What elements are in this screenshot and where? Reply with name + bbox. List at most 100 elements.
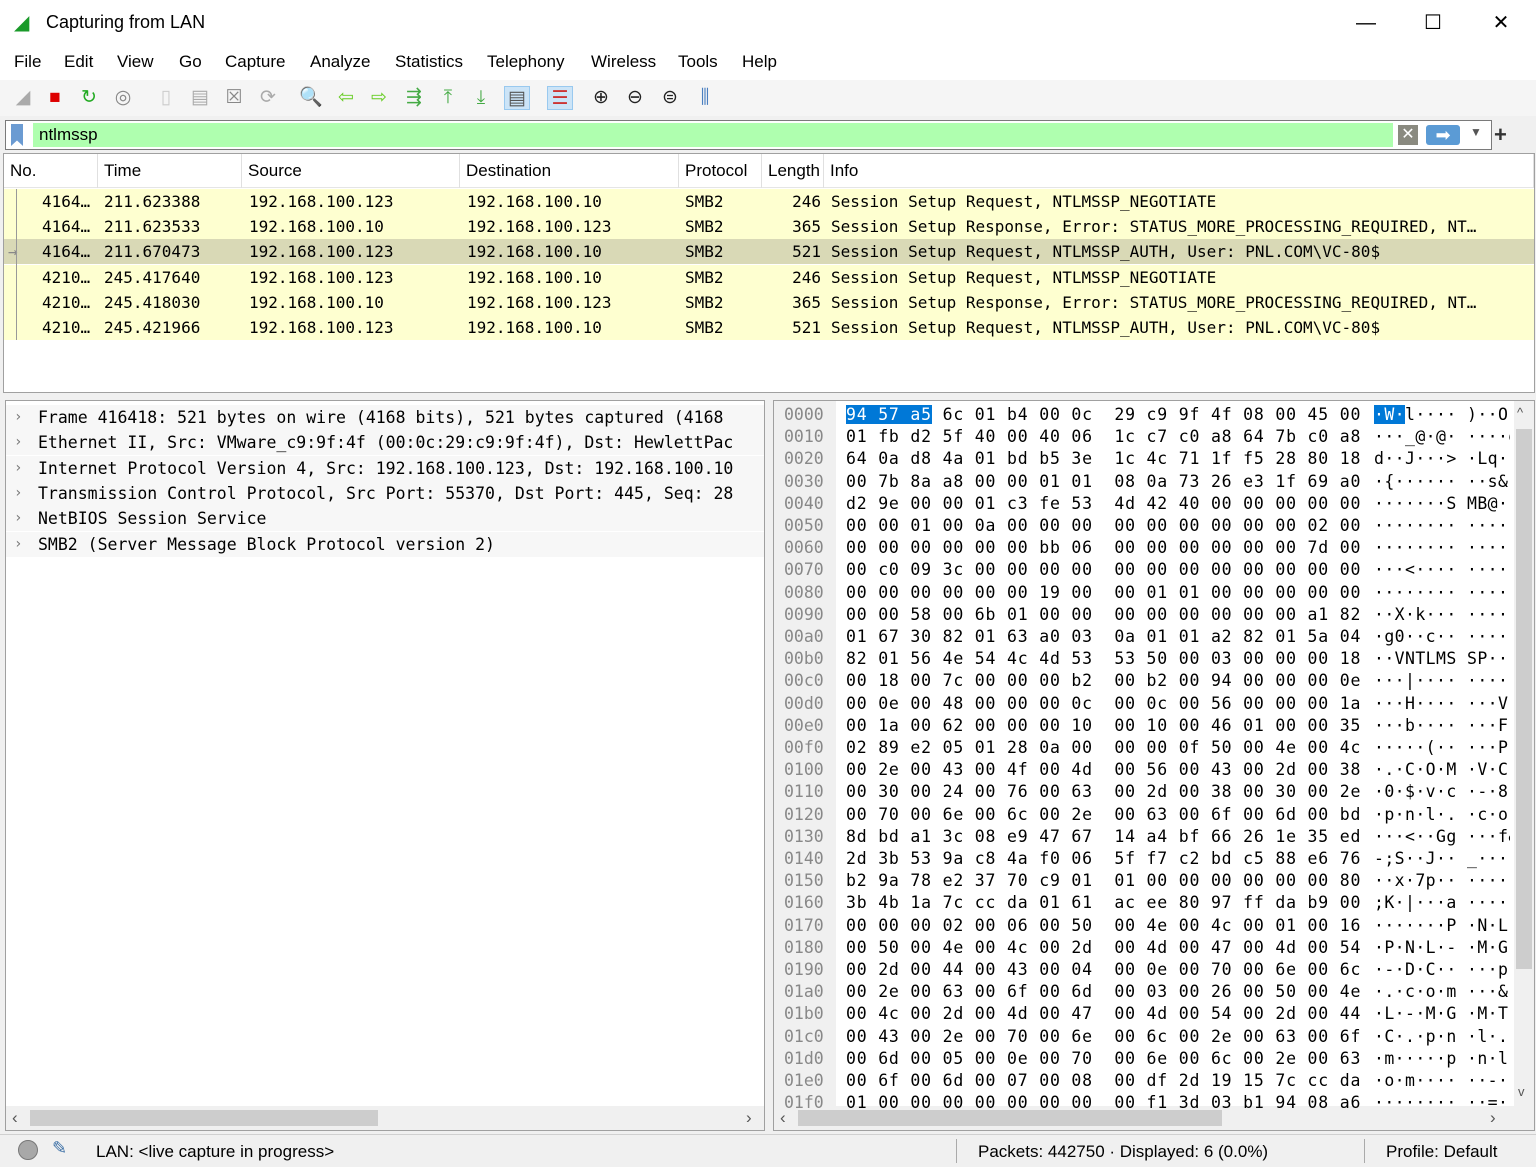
hex-row[interactable]: 0020 64 0a d8 4a 01 bd b5 3e 1c 4c 71 1f …: [774, 448, 1514, 470]
column-header-time[interactable]: Time: [98, 154, 242, 188]
ascii-bytes[interactable]: d··J···> ·Lq··(··: [1374, 448, 1510, 470]
hex-bytes[interactable]: 01 fb d2 5f 40 00 40 06 1c c7 c0 a8 64 7…: [846, 426, 1361, 448]
scrollbar-thumb[interactable]: [1516, 429, 1532, 969]
capture-comment-icon[interactable]: ✎: [52, 1138, 67, 1159]
hex-row[interactable]: 0160 3b 4b 1a 7c cc da 01 61 ac ee 80 97 …: [774, 892, 1514, 914]
menu-view[interactable]: View: [117, 52, 154, 72]
ascii-bytes[interactable]: ········ ······}·: [1374, 537, 1510, 559]
expert-info-icon[interactable]: [18, 1140, 38, 1160]
packet-row[interactable]: 4164… 211.623388 192.168.100.123 192.168.10…: [4, 189, 1534, 214]
ascii-bytes[interactable]: ··VNTLMS SP······: [1374, 648, 1510, 670]
ascii-bytes[interactable]: ·.·C·O·M ·V·C·-·8: [1374, 759, 1510, 781]
go-to-packet-icon[interactable]: ⇶: [401, 86, 427, 110]
packet-row[interactable]: 4210… 245.418030 192.168.100.10 192.168.100…: [4, 289, 1534, 315]
detail-tree-item[interactable]: › Transmission Control Protocol, Src Port…: [6, 480, 764, 506]
go-forward-icon[interactable]: ⇨: [366, 86, 392, 110]
hex-row[interactable]: 0130 8d bd a1 3c 08 e9 47 67 14 a4 bf 66 …: [774, 826, 1514, 848]
hex-row[interactable]: 01f0 01 00 00 00 00 00 00 00 00 f1 3d 03 …: [774, 1092, 1514, 1114]
ascii-bytes[interactable]: ·.·c·o·m ···&·P·N: [1374, 981, 1510, 1003]
hex-bytes[interactable]: 00 70 00 6e 00 6c 00 2e 00 63 00 6f 00 6…: [846, 804, 1361, 826]
hex-bytes[interactable]: 00 7b 8a a8 00 00 01 01 08 0a 73 26 e3 1…: [846, 471, 1361, 493]
hex-bytes[interactable]: 00 00 00 02 00 06 00 50 00 4e 00 4c 00 0…: [846, 915, 1361, 937]
hex-row[interactable]: 0050 00 00 01 00 0a 00 00 00 00 00 00 00 …: [774, 515, 1514, 537]
ascii-bytes[interactable]: ·g0··c·· ······Z·: [1374, 626, 1510, 648]
maximize-button[interactable]: ☐: [1410, 8, 1456, 38]
hex-bytes[interactable]: 8d bd a1 3c 08 e9 47 67 14 a4 bf 66 26 1…: [846, 826, 1361, 848]
scroll-right-icon[interactable]: ›: [746, 1108, 752, 1128]
bytes-vertical-scrollbar[interactable]: ^ v: [1514, 401, 1534, 1106]
ascii-bytes[interactable]: ·····(·· ···P·N·L: [1374, 737, 1510, 759]
ascii-bytes[interactable]: ;K·|···a ········: [1374, 892, 1510, 914]
hex-bytes[interactable]: 00 30 00 24 00 76 00 63 00 2d 00 38 00 3…: [846, 781, 1361, 803]
hex-row[interactable]: 0080 00 00 00 00 00 00 19 00 00 01 01 00 …: [774, 582, 1514, 604]
hex-bytes[interactable]: 00 00 01 00 0a 00 00 00 00 00 00 00 00 0…: [846, 515, 1361, 537]
column-header-protocol[interactable]: Protocol: [679, 154, 762, 188]
hex-bytes[interactable]: 94 57 a5 6c 01 b4 00 0c 29 c9 9f 4f 08 0…: [846, 404, 1361, 426]
hex-row[interactable]: 01b0 00 4c 00 2d 00 4d 00 47 00 4d 00 54 …: [774, 1003, 1514, 1025]
hex-row[interactable]: 0070 00 c0 09 3c 00 00 00 00 00 00 00 00 …: [774, 559, 1514, 581]
expand-chevron-icon[interactable]: ›: [14, 456, 22, 481]
close-file-icon[interactable]: ☒: [221, 86, 247, 110]
hex-row[interactable]: 0170 00 00 00 02 00 06 00 50 00 4e 00 4c …: [774, 915, 1514, 937]
hex-bytes[interactable]: 00 2e 00 43 00 4f 00 4d 00 56 00 43 00 2…: [846, 759, 1361, 781]
column-header-destination[interactable]: Destination: [460, 154, 679, 188]
hex-row[interactable]: 0000 94 57 a5 6c 01 b4 00 0c 29 c9 9f 4f …: [774, 404, 1514, 426]
colorize-icon[interactable]: ☰: [547, 86, 573, 110]
hex-bytes[interactable]: 00 0e 00 48 00 00 00 0c 00 0c 00 56 00 0…: [846, 693, 1361, 715]
hex-row[interactable]: 0140 2d 3b 53 9a c8 4a f0 06 5f f7 c2 bd …: [774, 848, 1514, 870]
hex-bytes[interactable]: 00 50 00 4e 00 4c 00 2d 00 4d 00 47 00 4…: [846, 937, 1361, 959]
hex-bytes[interactable]: 00 43 00 2e 00 70 00 6e 00 6c 00 2e 00 6…: [846, 1026, 1361, 1048]
hex-bytes[interactable]: 00 6d 00 05 00 0e 00 70 00 6e 00 6c 00 2…: [846, 1048, 1361, 1070]
ascii-bytes[interactable]: ·W·l···· )··O··E·: [1374, 404, 1510, 426]
hex-row[interactable]: 01c0 00 43 00 2e 00 70 00 6e 00 6c 00 2e …: [774, 1026, 1514, 1048]
hex-row[interactable]: 0100 00 2e 00 43 00 4f 00 4d 00 56 00 43 …: [774, 759, 1514, 781]
ascii-bytes[interactable]: ·o·m···· ··-··|··: [1374, 1070, 1510, 1092]
hex-row[interactable]: 00b0 82 01 56 4e 54 4c 4d 53 53 50 00 03 …: [774, 648, 1514, 670]
filter-history-dropdown-icon[interactable]: ▼: [1470, 125, 1482, 139]
normal-size-icon[interactable]: ⊜: [657, 86, 683, 110]
packet-row[interactable]: 4210… 245.417640 192.168.100.123 192.168.10…: [4, 264, 1534, 290]
last-packet-icon[interactable]: ⤓: [468, 86, 494, 110]
menu-tools[interactable]: Tools: [678, 52, 718, 72]
zoom-out-icon[interactable]: ⊖: [622, 86, 648, 110]
menu-analyze[interactable]: Analyze: [310, 52, 370, 72]
ascii-bytes[interactable]: ········ ········: [1374, 582, 1510, 604]
hex-row[interactable]: 0110 00 30 00 24 00 76 00 63 00 2d 00 38 …: [774, 781, 1514, 803]
hex-row[interactable]: 0190 00 2d 00 44 00 43 00 04 00 0e 00 70 …: [774, 959, 1514, 981]
scroll-left-icon[interactable]: ‹: [12, 1108, 18, 1128]
hex-bytes[interactable]: 00 00 58 00 6b 01 00 00 00 00 00 00 00 0…: [846, 604, 1361, 626]
menu-edit[interactable]: Edit: [64, 52, 93, 72]
ascii-bytes[interactable]: ··x·7p·· ········: [1374, 870, 1510, 892]
hex-row[interactable]: 0090 00 00 58 00 6b 01 00 00 00 00 00 00 …: [774, 604, 1514, 626]
hex-row[interactable]: 01d0 00 6d 00 05 00 0e 00 70 00 6e 00 6c …: [774, 1048, 1514, 1070]
capture-options-icon[interactable]: ◎: [110, 86, 136, 110]
apply-filter-icon[interactable]: ➡: [1426, 125, 1460, 145]
start-capture-icon[interactable]: ◢: [10, 86, 36, 110]
ascii-bytes[interactable]: -;S··J·· _······v: [1374, 848, 1510, 870]
hex-bytes[interactable]: 02 89 e2 05 01 28 0a 00 00 00 0f 50 00 4…: [846, 737, 1361, 759]
detail-tree-item[interactable]: › Frame 416418: 521 bytes on wire (4168 b…: [6, 405, 764, 430]
zoom-in-icon[interactable]: ⊕: [588, 86, 614, 110]
packet-row[interactable]: → 4164… 211.670473 192.168.100.123 192.168.1…: [4, 239, 1534, 265]
hex-bytes[interactable]: 3b 4b 1a 7c cc da 01 61 ac ee 80 97 ff d…: [846, 892, 1361, 914]
hex-bytes[interactable]: b2 9a 78 e2 37 70 c9 01 01 00 00 00 00 0…: [846, 870, 1361, 892]
expand-chevron-icon[interactable]: ›: [14, 430, 22, 455]
save-file-icon[interactable]: ▤: [187, 86, 213, 110]
detail-tree-item[interactable]: › Internet Protocol Version 4, Src: 192.1…: [6, 455, 764, 481]
hex-row[interactable]: 0030 00 7b 8a a8 00 00 01 01 08 0a 73 26 …: [774, 471, 1514, 493]
hex-row[interactable]: 0010 01 fb d2 5f 40 00 40 06 1c c7 c0 a8 …: [774, 426, 1514, 448]
ascii-bytes[interactable]: ···<···· ········: [1374, 559, 1510, 581]
expand-chevron-icon[interactable]: ›: [14, 481, 22, 506]
ascii-bytes[interactable]: ··X·k··· ········: [1374, 604, 1510, 626]
scroll-up-icon[interactable]: ^: [1517, 405, 1523, 420]
menu-telephony[interactable]: Telephony: [487, 52, 565, 72]
hex-bytes[interactable]: 82 01 56 4e 54 4c 4d 53 53 50 00 03 00 0…: [846, 648, 1361, 670]
restart-capture-icon[interactable]: ↻: [76, 86, 102, 110]
column-header-source[interactable]: Source: [242, 154, 460, 188]
hex-row[interactable]: 00d0 00 0e 00 48 00 00 00 0c 00 0c 00 56 …: [774, 693, 1514, 715]
hex-bytes[interactable]: 01 00 00 00 00 00 00 00 00 f1 3d 03 b1 9…: [846, 1092, 1361, 1114]
hex-row[interactable]: 00c0 00 18 00 7c 00 00 00 b2 00 b2 00 94 …: [774, 670, 1514, 692]
expand-chevron-icon[interactable]: ›: [14, 506, 22, 531]
ascii-bytes[interactable]: ·······P ·N·L····: [1374, 915, 1510, 937]
display-filter-input[interactable]: [33, 123, 1393, 147]
